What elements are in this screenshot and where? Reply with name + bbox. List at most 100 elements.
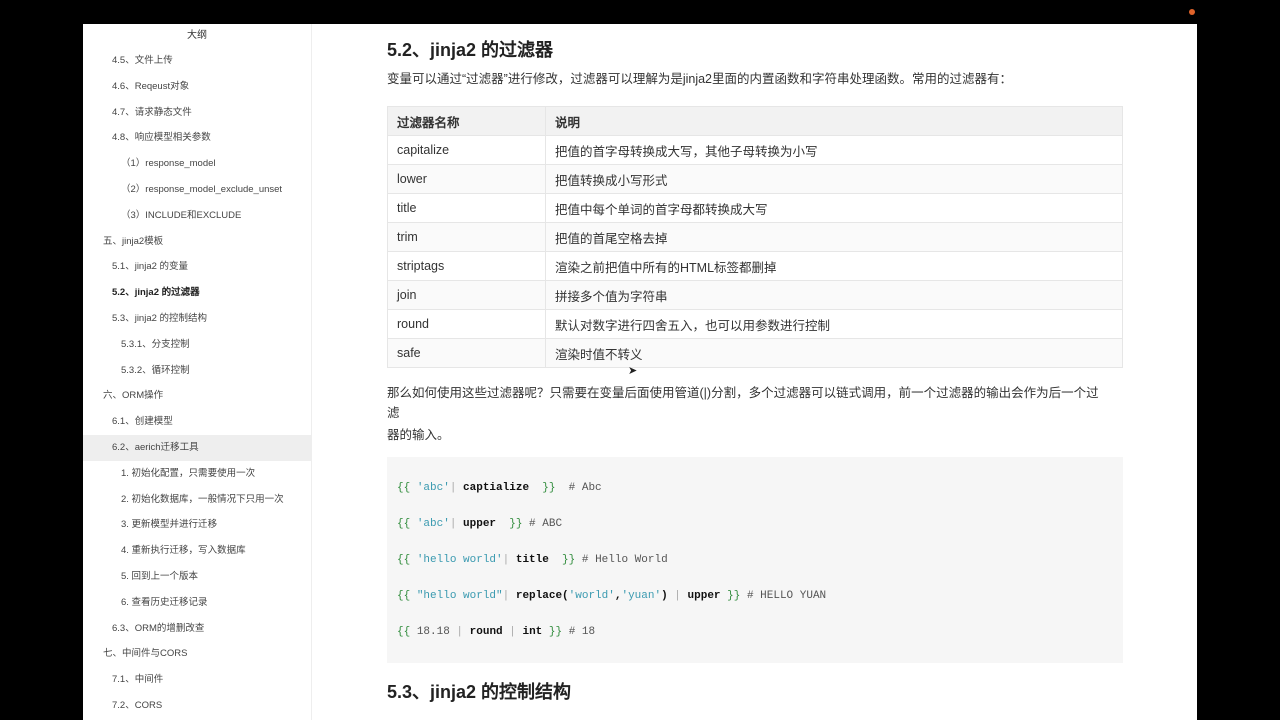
outline-item[interactable]: 4.6、Reqeust对象 <box>83 74 311 100</box>
code-token: replace( <box>515 590 569 602</box>
code-token: 'abc' <box>416 482 450 494</box>
header-description: 说明 <box>545 106 1123 136</box>
outline-item[interactable]: 七、中间件与CORS <box>83 641 311 667</box>
outline-item[interactable]: 1. 初始化配置，只需要使用一次 <box>83 461 311 487</box>
filter-description: 把值中每个单词的首字母都转换成大写 <box>545 193 1123 223</box>
outline-item[interactable]: 4.8、响应模型相关参数 <box>83 125 311 151</box>
code-token: round <box>469 626 503 638</box>
code-token: # Abc <box>555 482 602 494</box>
document-page: 大纲 4.5、文件上传 4.6、Reqeust对象 4.7、请求静态文件 4.8、响应… <box>83 24 1197 720</box>
outline-item[interactable]: 5.2、jinja2 的过滤器 <box>83 280 311 306</box>
filter-description: 拼接多个值为字符串 <box>545 280 1123 310</box>
code-token: 18.18 <box>416 626 450 638</box>
table-row: safe 渲染时值不转义 <box>387 338 1123 368</box>
outline-item[interactable]: 5.3、jinja2 的控制结构 <box>83 306 311 332</box>
filter-name: striptags <box>387 251 546 281</box>
outline-item[interactable]: （1）response_model <box>83 151 311 177</box>
code-token: # HELLO YUAN <box>740 590 827 602</box>
code-token: }} <box>542 626 563 638</box>
table-row: join 拼接多个值为字符串 <box>387 280 1123 310</box>
header-filter-name: 过滤器名称 <box>387 106 546 136</box>
outline-item[interactable]: （3）INCLUDE和EXCLUDE <box>83 203 311 229</box>
code-token: {{ <box>397 590 417 602</box>
code-token: {{ <box>397 482 417 494</box>
code-token: | <box>667 590 688 602</box>
filter-description: 把值的首尾空格去掉 <box>545 222 1123 252</box>
code-token: # ABC <box>522 518 563 530</box>
code-token: 'world' <box>568 590 615 602</box>
code-token: # 18 <box>562 626 596 638</box>
intro-paragraph: 变量可以通过“过滤器”进行修改，过滤器可以理解为是jinja2里面的内置函数和字… <box>387 72 1013 86</box>
filter-table: 过滤器名称 说明 capitalize 把值的首字母转换成大写，其他子母转换为小写… <box>387 106 1123 368</box>
outline-item[interactable]: 6.3、ORM的增删改查 <box>83 616 311 642</box>
table-row: round 默认对数字进行四舍五入，也可以用参数进行控制 <box>387 309 1123 339</box>
filter-name: lower <box>387 164 546 194</box>
table-row: trim 把值的首尾空格去掉 <box>387 222 1123 252</box>
table-row: capitalize 把值的首字母转换成大写，其他子母转换为小写 <box>387 135 1123 165</box>
code-token: upper <box>687 590 721 602</box>
outline-item[interactable]: 六、ORM操作 <box>83 383 311 409</box>
outline-item[interactable]: 5.3.2、循环控制 <box>83 358 311 384</box>
next-section-heading: 5.3、jinja2 的控制结构 <box>387 682 572 702</box>
outline-item[interactable]: 4.5、文件上传 <box>83 48 311 74</box>
code-token: {{ <box>397 626 417 638</box>
outline-item[interactable]: 6. 查看历史迁移记录 <box>83 590 311 616</box>
outline-item[interactable]: 2. 初始化数据库，一般情况下只用一次 <box>83 487 311 513</box>
outline-item[interactable]: 5. 回到上一个版本 <box>83 564 311 590</box>
code-block[interactable]: {{ 'abc'| captialize }} # Abc{{ 'abc'| u… <box>387 457 1123 663</box>
code-token: 'yuan' <box>621 590 662 602</box>
code-token: }} <box>720 590 741 602</box>
filter-name: trim <box>387 222 546 252</box>
table-row: lower 把值转换成小写形式 <box>387 164 1123 194</box>
code-token: }} <box>496 518 523 530</box>
code-line: {{ 'abc'| captialize }} # Abc <box>397 479 1113 515</box>
usage-line-3: 器的输入。 <box>387 428 450 442</box>
outline-item[interactable]: 7.2、CORS <box>83 693 311 719</box>
code-token: | <box>449 518 464 530</box>
code-token: | <box>502 590 516 602</box>
outline-item[interactable]: 5.1、jinja2 的变量 <box>83 254 311 280</box>
filter-description: 默认对数字进行四舍五入，也可以用参数进行控制 <box>545 309 1123 339</box>
mouse-cursor-icon: ➤ <box>628 365 638 377</box>
outline-item[interactable]: （2）response_model_exclude_unset <box>83 177 311 203</box>
filter-name: round <box>387 309 546 339</box>
outline-item[interactable]: 4.7、请求静态文件 <box>83 100 311 126</box>
usage-line-1: 那么如何使用这些过滤器呢？只需要在变量后面使用管道(|)分割，多个过滤器可以链式… <box>387 386 1099 400</box>
code-line: {{ 'abc'| upper }} # ABC <box>397 515 1113 551</box>
code-line: {{ 18.18 | round | int }} # 18 <box>397 623 1113 659</box>
code-token: int <box>522 626 543 638</box>
section-heading: 5.2、jinja2 的过滤器 <box>387 40 554 60</box>
code-token: {{ <box>397 518 417 530</box>
code-token: {{ <box>397 554 417 566</box>
filter-name: join <box>387 280 546 310</box>
code-token: | <box>502 626 523 638</box>
filter-name: capitalize <box>387 135 546 165</box>
outline-item[interactable]: 6.1、创建模型 <box>83 409 311 435</box>
outline-item[interactable]: 3. 更新模型并进行迁移 <box>83 512 311 538</box>
code-token: | <box>449 482 464 494</box>
table-header-row: 过滤器名称 说明 <box>387 106 1123 136</box>
filter-name: title <box>387 193 546 223</box>
code-token: 'hello world' <box>416 554 503 566</box>
code-line: {{ "hello world"| replace('world','yuan'… <box>397 587 1113 623</box>
outline-item[interactable]: 6.2、aerich迁移工具 <box>83 434 311 461</box>
table-row: striptags 渲染之前把值中所有的HTML标签都删掉 <box>387 251 1123 281</box>
filter-description: 把值的首字母转换成大写，其他子母转换为小写 <box>545 135 1123 165</box>
filter-name: safe <box>387 338 546 368</box>
filter-description: 渲染之前把值中所有的HTML标签都删掉 <box>545 251 1123 281</box>
code-token: captialize <box>463 482 530 494</box>
filter-description: 把值转换成小写形式 <box>545 164 1123 194</box>
code-token: }} <box>529 482 556 494</box>
outline-sidebar: 大纲 4.5、文件上传 4.6、Reqeust对象 4.7、请求静态文件 4.8、响应… <box>83 24 312 720</box>
outline-list: 4.5、文件上传 4.6、Reqeust对象 4.7、请求静态文件 4.8、响应模型相… <box>83 48 311 719</box>
code-token: # Hello World <box>575 554 668 566</box>
code-token: ) <box>661 590 668 602</box>
usage-line-2: 滤 <box>387 406 400 420</box>
outline-item[interactable]: 5.3.1、分支控制 <box>83 332 311 358</box>
code-token: 'abc' <box>416 518 450 530</box>
code-token: }} <box>548 554 576 566</box>
outline-item[interactable]: 五、jinja2模板 <box>83 229 311 255</box>
outline-item[interactable]: 4. 重新执行迁移，写入数据库 <box>83 538 311 564</box>
outline-item[interactable]: 7.1、中间件 <box>83 667 311 693</box>
table-row: title 把值中每个单词的首字母都转换成大写 <box>387 193 1123 223</box>
